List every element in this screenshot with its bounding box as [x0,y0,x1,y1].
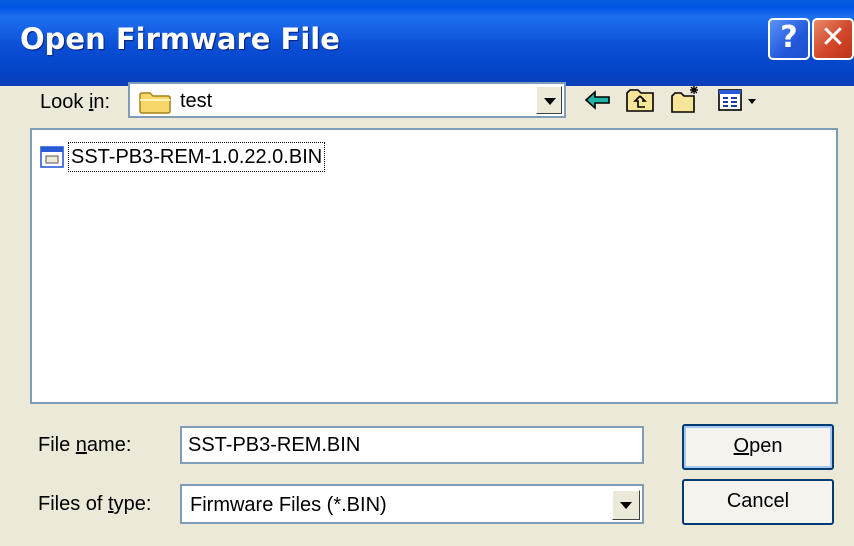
folder-icon [139,92,171,114]
file-type-value: Firmware Files (*.BIN) [190,494,387,516]
look-in-dropdown[interactable]: test [128,82,566,118]
close-button[interactable]: ✕ [812,18,854,60]
file-name-input[interactable]: SST-PB3-REM.BIN [180,426,644,464]
look-in-label: Look in: [40,91,111,113]
new-folder-icon[interactable] [670,84,702,116]
title-bar[interactable]: Open Firmware File ? ✕ [0,0,854,86]
file-type-dropdown[interactable]: Firmware Files (*.BIN) [180,484,644,524]
cancel-button[interactable]: Cancel [682,479,834,525]
look-in-value: test [180,90,213,112]
back-arrow-icon[interactable] [582,84,614,116]
view-menu-icon[interactable] [716,84,760,116]
help-button[interactable]: ? [768,18,810,60]
file-name: SST-PB3-REM-1.0.22.0.BIN [68,142,326,172]
chevron-down-icon[interactable] [536,86,562,114]
up-folder-icon[interactable] [624,84,656,116]
binary-file-icon [40,146,64,168]
file-list[interactable]: SST-PB3-REM-1.0.22.0.BIN [30,128,838,404]
file-type-label: Files of type: [38,493,152,515]
file-name-label: File name: [38,434,132,456]
chevron-down-icon[interactable] [612,490,640,520]
window-title: Open Firmware File [20,22,340,56]
open-button[interactable]: Open [682,424,834,470]
